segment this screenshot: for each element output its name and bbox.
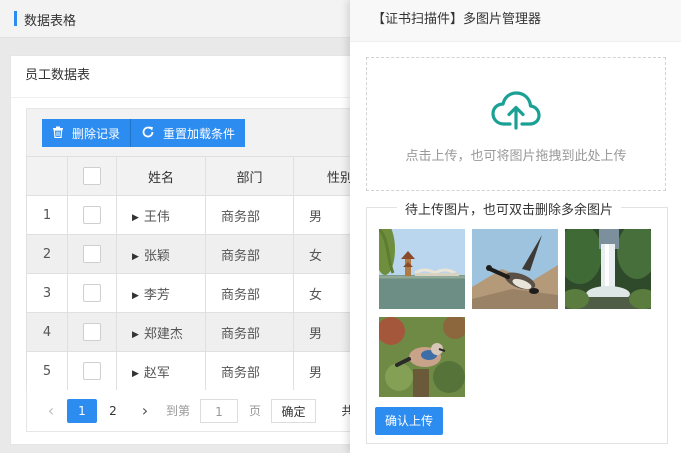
table-toolbar: 删除记录 重置加载条件: [26, 108, 386, 156]
dept-cell: 商务部: [205, 195, 294, 235]
prev-page-icon[interactable]: ‹: [43, 399, 59, 423]
table-row[interactable]: 1 ▶ 王伟 商务部 男: [26, 195, 387, 235]
next-page-icon[interactable]: ›: [137, 399, 153, 423]
trash-icon: [52, 126, 64, 141]
dept-cell: 商务部: [205, 312, 294, 352]
page-unit-label: 页: [248, 404, 261, 418]
employee-name: 张颖: [143, 248, 170, 264]
pending-images-legend: 待上传图片，也可双击删除多余图片: [397, 199, 622, 218]
table-row[interactable]: 2 ▶ 张颖 商务部 女: [26, 234, 387, 274]
refresh-icon: [141, 125, 155, 142]
employee-table: 姓名 部门 性别 1 ▶ 王伟 商务部 男 2 ▶ 张颖 商务部 女 3 ▶ 李…: [26, 156, 387, 391]
delete-records-label: 删除记录: [72, 126, 121, 141]
select-all-cell: [67, 156, 117, 196]
employee-table-card: 员工数据表 删除记录 重置加载条件 姓名 部门 性别 1 ▶ 王伟 商务部 男 …: [10, 55, 390, 445]
expand-caret-icon[interactable]: ▶: [132, 330, 139, 340]
row-checkbox[interactable]: [83, 323, 101, 341]
image-manager-panel: 【证书扫描件】多图片管理器 点击上传，也可将图片拖拽到此处上传 待上传图片，也可…: [350, 0, 681, 453]
name-cell: ▶ 李芳: [116, 273, 206, 313]
row-select-cell: [67, 273, 117, 313]
toolbar-button-group: 删除记录 重置加载条件: [42, 119, 246, 147]
employee-name: 李芳: [143, 287, 170, 303]
page-title: 数据表格: [24, 14, 77, 29]
goto-confirm-button[interactable]: 确定: [271, 399, 316, 423]
row-select-cell: [67, 351, 117, 391]
pagination-bar: ‹ 1 2 › 到第 1 页 确定 共 10: [26, 390, 386, 432]
pending-image-thumbnail[interactable]: [379, 229, 465, 309]
table-row[interactable]: 3 ▶ 李芳 商务部 女: [26, 273, 387, 313]
index-header: [26, 156, 68, 196]
confirm-upload-button[interactable]: 确认上传: [375, 407, 443, 435]
row-index: 1: [26, 195, 68, 235]
page-1-button[interactable]: 1: [67, 399, 97, 423]
employee-name: 王伟: [143, 209, 170, 225]
dept-cell: 商务部: [205, 273, 294, 313]
name-cell: ▶ 郑建杰: [116, 312, 206, 352]
name-cell: ▶ 王伟: [116, 195, 206, 235]
expand-caret-icon[interactable]: ▶: [132, 369, 139, 379]
table-header-row: 姓名 部门 性别: [26, 156, 387, 196]
goto-page-input[interactable]: 1: [200, 399, 238, 423]
employee-name: 郑建杰: [143, 326, 183, 342]
row-select-cell: [67, 312, 117, 352]
expand-caret-icon[interactable]: ▶: [132, 213, 139, 223]
pending-image-thumbnail[interactable]: [472, 229, 558, 309]
reset-reload-button[interactable]: 重置加载条件: [130, 119, 246, 147]
panel-title: 【证书扫描件】多图片管理器: [350, 0, 681, 42]
reset-reload-label: 重置加载条件: [163, 126, 236, 141]
expand-caret-icon[interactable]: ▶: [132, 252, 139, 262]
pending-image-thumbnail[interactable]: [379, 317, 465, 397]
row-select-cell: [67, 195, 117, 235]
card-title: 员工数据表: [11, 56, 389, 98]
cloud-upload-icon: [491, 91, 541, 130]
table-row[interactable]: 4 ▶ 郑建杰 商务部 男: [26, 312, 387, 352]
row-select-cell: [67, 234, 117, 274]
employee-name: 赵军: [143, 365, 170, 381]
row-checkbox[interactable]: [83, 206, 101, 224]
row-index: 3: [26, 273, 68, 313]
pending-images-box: 待上传图片，也可双击删除多余图片 确认上传: [366, 199, 668, 444]
row-index: 4: [26, 312, 68, 352]
table-row[interactable]: 5 ▶ 赵军 商务部 男: [26, 351, 387, 391]
name-header[interactable]: 姓名: [116, 156, 206, 196]
dept-cell: 商务部: [205, 351, 294, 391]
select-all-checkbox[interactable]: [83, 167, 101, 185]
name-cell: ▶ 张颖: [116, 234, 206, 274]
row-checkbox[interactable]: [83, 362, 101, 380]
goto-label: 到第: [165, 404, 190, 418]
name-cell: ▶ 赵军: [116, 351, 206, 391]
row-checkbox[interactable]: [83, 245, 101, 263]
row-checkbox[interactable]: [83, 284, 101, 302]
pending-image-thumbnail[interactable]: [565, 229, 651, 309]
title-marker: [14, 11, 17, 26]
dept-header[interactable]: 部门: [205, 156, 294, 196]
upload-dropzone[interactable]: 点击上传，也可将图片拖拽到此处上传: [366, 57, 666, 191]
expand-caret-icon[interactable]: ▶: [132, 291, 139, 301]
delete-records-button[interactable]: 删除记录: [42, 119, 131, 147]
row-index: 2: [26, 234, 68, 274]
dept-cell: 商务部: [205, 234, 294, 274]
page-2-button[interactable]: 2: [103, 399, 123, 423]
dropzone-hint: 点击上传，也可将图片拖拽到此处上传: [405, 149, 627, 164]
row-index: 5: [26, 351, 68, 391]
